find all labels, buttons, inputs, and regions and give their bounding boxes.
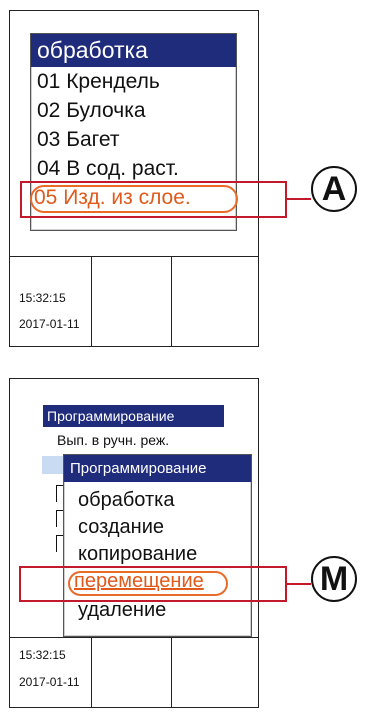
popup-item-processing[interactable]: обработка [78, 489, 174, 512]
background-item-stub [56, 535, 63, 552]
background-selection [42, 456, 64, 474]
callout-frame [20, 181, 287, 218]
background-item-stub [56, 485, 63, 502]
clock-date: 2017-01-11 [19, 317, 80, 331]
popup-item-create[interactable]: создание [78, 516, 164, 539]
softkey-divider [171, 256, 172, 346]
background-menu-item[interactable]: Вып. в ручн. реж. [57, 432, 169, 448]
screen-divider [10, 637, 258, 638]
menu-item-03[interactable]: 03 Багет [37, 128, 119, 152]
softkey-divider [91, 637, 92, 707]
callout-a: A [311, 166, 357, 212]
popup-dialog-m: Программирование обработка создание копи… [63, 454, 252, 637]
callout-m: M [311, 556, 357, 602]
menu-title: обработка [31, 34, 236, 67]
softkey-divider [171, 637, 172, 707]
softkey-divider [91, 256, 92, 346]
background-item-stub [56, 510, 63, 527]
callout-leader [287, 198, 311, 200]
menu-item-04[interactable]: 04 В сод. раст. [37, 157, 179, 181]
background-menu-title: Программирование [43, 405, 224, 427]
screen-divider [10, 256, 258, 257]
clock-time: 15:32:15 [19, 648, 66, 662]
menu-item-01[interactable]: 01 Крендель [37, 70, 160, 94]
popup-item-delete[interactable]: удаление [78, 599, 166, 622]
clock-date: 2017-01-11 [19, 675, 80, 689]
callout-frame [19, 566, 287, 602]
clock-time: 15:32:15 [19, 291, 66, 305]
popup-item-copy[interactable]: копирование [78, 543, 197, 566]
popup-title: Программирование [64, 455, 251, 482]
menu-item-02[interactable]: 02 Булочка [37, 99, 146, 123]
callout-leader [287, 583, 311, 585]
